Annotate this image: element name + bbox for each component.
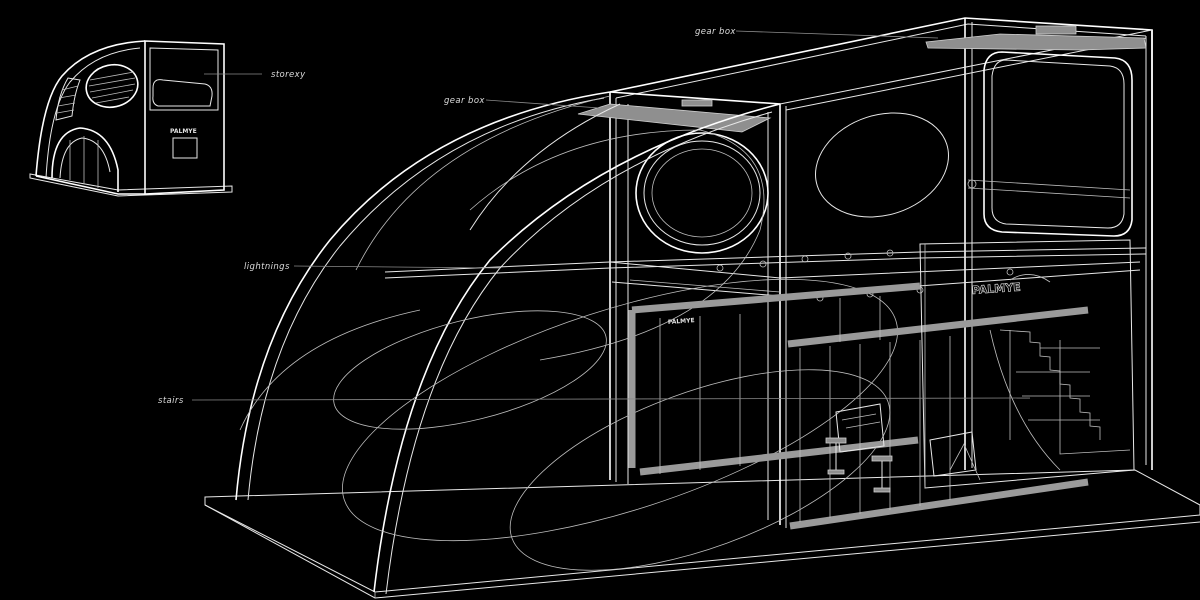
brand-logo-main: PALMYE — [971, 281, 1021, 297]
thumbnail-view: PALMYE — [29, 40, 262, 197]
label-storey: storexy — [271, 70, 306, 80]
brand-logo-lower: PALMYE — [668, 317, 695, 326]
gear-box-left — [577, 103, 772, 133]
wireframe-drawing: PALMYE PALMYE PALMYE storexy gear box ge… — [29, 17, 1200, 599]
thumbnail-brand-logo: PALMYE — [170, 128, 197, 135]
label-gear-box-left: gear box — [444, 96, 485, 106]
diagram-canvas: PALMYE PALMYE PALMYE storexy gear box ge… — [0, 0, 1200, 600]
main-wireframe: PALMYE PALMYE — [191, 17, 1200, 599]
label-lightnings: lightnings — [244, 262, 290, 272]
label-stairs: stairs — [158, 396, 184, 406]
label-gear-box-top: gear box — [695, 27, 736, 37]
thumbnail-vent-lines — [88, 71, 136, 104]
stairs-steps — [989, 329, 1131, 471]
gear-box-right — [925, 33, 1147, 51]
